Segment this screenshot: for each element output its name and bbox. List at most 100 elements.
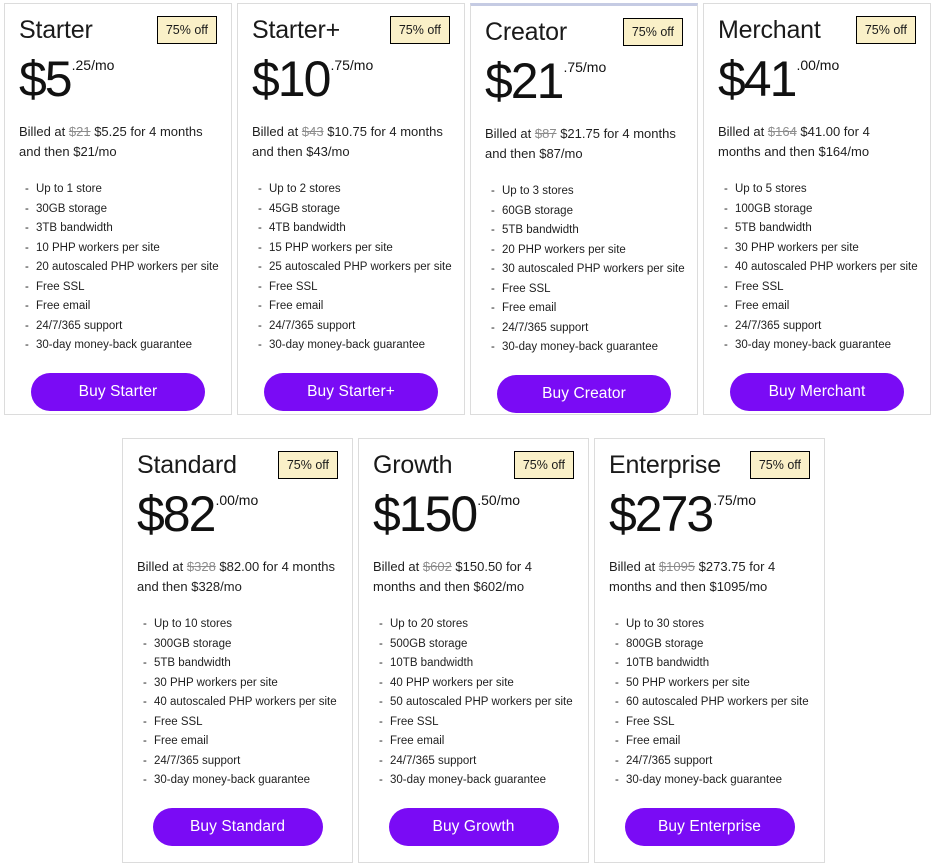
feature-item: - Free email [143, 732, 338, 752]
discount-badge: 75% off [389, 16, 450, 44]
feature-item: -20 autoscaled PHP workers per site [25, 258, 219, 278]
plan-name: Creator [485, 18, 567, 46]
bullet-dash-icon: - [379, 696, 383, 708]
price-block: $5 .25/mo [19, 52, 217, 106]
feature-item: -30-day money-back guarantee [258, 336, 450, 356]
feature-item: -24/7/365 support [379, 752, 574, 772]
buy-button-wrapper: Buy Growth [373, 807, 574, 846]
feature-label: 24/7/365 support [626, 754, 713, 767]
pricing-card-standard: Standard 75% off $82 .00/mo Billed at $3… [122, 438, 353, 863]
bullet-dash-icon: - [258, 202, 262, 215]
feature-item: -500GB storage [379, 635, 574, 655]
feature-item: -25 autoscaled PHP workers per site [258, 258, 452, 278]
price-cents-period: .75/mo [713, 492, 757, 508]
feature-item: -5TB bandwidth [724, 219, 916, 239]
pricing-card-creator: Creator 75% off $21 .75/mo Billed at $87… [470, 3, 698, 415]
price-block: $150 .50/mo [373, 487, 574, 541]
feature-label: Up to 20 stores [390, 618, 468, 630]
bullet-dash-icon: - [258, 280, 262, 293]
billing-note: Billed at $87 $21.75 for 4 months and th… [485, 124, 683, 164]
feature-item: -30GB storage [25, 200, 217, 220]
feature-item: -30 autoscaled PHP workers per site [491, 260, 685, 280]
pricing-card-header: Merchant 75% off [718, 14, 916, 50]
feature-item: -24/7/365 support [724, 317, 916, 337]
feature-item: -24/7/365 support [25, 317, 217, 337]
feature-label: 30 PHP workers per site [735, 241, 859, 254]
bullet-dash-icon: - [724, 222, 728, 234]
bullet-dash-icon: - [379, 754, 383, 767]
bullet-dash-icon: - [143, 735, 147, 747]
feature-label: 40 autoscaled PHP workers per site [735, 261, 918, 273]
buy-button[interactable]: Buy Creator [497, 374, 671, 413]
feature-label: Free email [154, 735, 209, 747]
plan-name: Starter [19, 16, 93, 44]
feature-label: Up to 30 stores [626, 618, 704, 630]
feature-label: 30 PHP workers per site [154, 676, 278, 689]
feature-item: - Free email [258, 297, 450, 317]
discount-badge: 75% off [156, 16, 217, 44]
bullet-dash-icon: - [143, 774, 147, 786]
pricing-card-header: Enterprise 75% off [609, 449, 810, 485]
feature-item: -5TB bandwidth [491, 221, 683, 241]
bullet-dash-icon: - [615, 637, 619, 650]
feature-item: -40 autoscaled PHP workers per site [724, 258, 918, 278]
feature-label: 5TB bandwidth [502, 224, 579, 236]
price-block: $41 .00/mo [718, 52, 916, 106]
feature-item: -300GB storage [143, 635, 338, 655]
buy-button[interactable]: Buy Starter [31, 372, 205, 411]
feature-item: -10TB bandwidth [379, 654, 574, 674]
feature-label: 30-day money-back guarantee [735, 339, 891, 351]
bullet-dash-icon: - [143, 618, 147, 630]
feature-label: 30GB storage [36, 202, 107, 215]
buy-button[interactable]: Buy Enterprise [624, 807, 795, 846]
feature-item: -30 PHP workers per site [724, 239, 916, 259]
feature-item: -30-day money-back guarantee [143, 771, 338, 791]
feature-label: Up to 5 stores [735, 183, 807, 195]
feature-item: -60GB storage [491, 202, 683, 222]
feature-label: 24/7/365 support [36, 319, 123, 332]
pricing-card-merchant: Merchant 75% off $41 .00/mo Billed at $1… [703, 3, 931, 415]
feature-label: 25 autoscaled PHP workers per site [269, 261, 452, 273]
feature-item: -30-day money-back guarantee [25, 336, 217, 356]
bullet-dash-icon: - [724, 183, 728, 195]
feature-label: 40 autoscaled PHP workers per site [154, 696, 337, 708]
plan-name: Standard [137, 451, 237, 479]
feature-label: Free SSL [502, 282, 551, 295]
bullet-dash-icon: - [25, 300, 29, 312]
bullet-dash-icon: - [491, 224, 495, 236]
feature-item: - Up to 10 stores [143, 615, 338, 635]
feature-item: -24/7/365 support [143, 752, 338, 772]
feature-label: 24/7/365 support [502, 321, 589, 334]
bullet-dash-icon: - [724, 300, 728, 312]
buy-button[interactable]: Buy Growth [388, 807, 559, 846]
feature-label: Free email [735, 300, 790, 312]
feature-label: 20 autoscaled PHP workers per site [36, 261, 219, 273]
bullet-dash-icon: - [379, 715, 383, 728]
feature-item: - Free SSL [615, 713, 810, 733]
buy-button-wrapper: Buy Creator [485, 374, 683, 413]
feature-label: Free email [269, 300, 324, 312]
feature-label: 30 autoscaled PHP workers per site [502, 263, 685, 275]
bullet-dash-icon: - [615, 657, 619, 669]
feature-item: -50 autoscaled PHP workers per site [379, 693, 574, 713]
bullet-dash-icon: - [724, 339, 728, 351]
bullet-dash-icon: - [491, 282, 495, 295]
pricing-card-starter: Starter 75% off $5 .25/mo Billed at $21 … [4, 3, 232, 415]
price-cents-period: .00/mo [796, 57, 840, 73]
feature-item: -24/7/365 support [615, 752, 810, 772]
feature-item: - Free SSL [25, 278, 217, 298]
buy-button[interactable]: Buy Merchant [730, 372, 904, 411]
bullet-dash-icon: - [143, 696, 147, 708]
feature-label: 24/7/365 support [735, 319, 822, 332]
feature-label: 24/7/365 support [154, 754, 241, 767]
pricing-card-header: Growth 75% off [373, 449, 574, 485]
feature-item: -40 autoscaled PHP workers per site [143, 693, 338, 713]
feature-item: -40 PHP workers per site [379, 674, 574, 694]
buy-button[interactable]: Buy Standard [152, 807, 323, 846]
buy-button[interactable]: Buy Starter+ [264, 372, 438, 411]
discount-badge: 75% off [277, 451, 338, 479]
price-cents-period: .75/mo [563, 59, 607, 75]
feature-label: 60GB storage [502, 204, 573, 217]
feature-item: - Up to 1 store [25, 180, 217, 200]
feature-label: 50 autoscaled PHP workers per site [390, 696, 573, 708]
